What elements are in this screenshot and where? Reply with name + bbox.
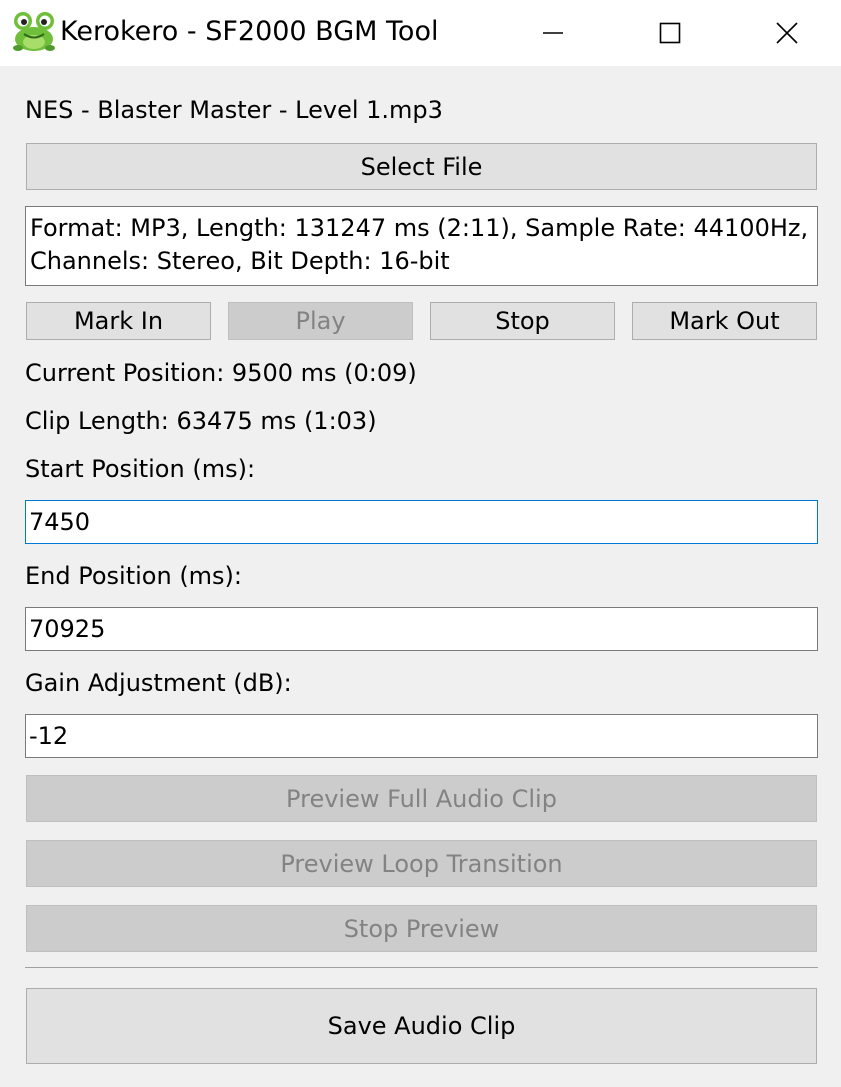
- title-bar[interactable]: Kerokero - SF2000 BGM Tool: [0, 0, 841, 66]
- play-button[interactable]: Play: [228, 302, 413, 340]
- maximize-icon: [659, 22, 680, 44]
- mark-in-button[interactable]: Mark In: [26, 302, 211, 340]
- stop-preview-button[interactable]: Stop Preview: [26, 905, 817, 952]
- maximize-button[interactable]: [611, 0, 728, 66]
- gain-adjustment-input[interactable]: -12: [25, 714, 818, 758]
- stop-button[interactable]: Stop: [430, 302, 615, 340]
- end-position-label: End Position (ms):: [25, 562, 243, 590]
- select-file-button[interactable]: Select File: [26, 143, 817, 190]
- frog-icon: [13, 12, 55, 51]
- file-name-label: NES - Blaster Master - Level 1.mp3: [25, 96, 443, 124]
- file-info-line-2: Channels: Stereo, Bit Depth: 16-bit: [30, 247, 450, 275]
- save-audio-clip-button[interactable]: Save Audio Clip: [26, 988, 817, 1064]
- preview-full-audio-clip-button[interactable]: Preview Full Audio Clip: [26, 775, 817, 822]
- file-info-line-1: Format: MP3, Length: 131247 ms (2:11), S…: [30, 214, 809, 242]
- file-info-box: Format: MP3, Length: 131247 ms (2:11), S…: [25, 206, 818, 286]
- close-button[interactable]: [728, 0, 841, 66]
- close-icon: [775, 22, 798, 44]
- minimize-button[interactable]: [494, 0, 611, 66]
- end-position-input[interactable]: 70925: [25, 607, 818, 651]
- start-position-input[interactable]: 7450: [25, 500, 818, 544]
- gain-adjustment-label: Gain Adjustment (dB):: [25, 669, 292, 697]
- clip-length-label: Clip Length: 63475 ms (1:03): [25, 407, 377, 435]
- mark-out-button[interactable]: Mark Out: [632, 302, 817, 340]
- separator: [25, 967, 818, 968]
- minimize-icon: [542, 32, 563, 34]
- start-position-label: Start Position (ms):: [25, 455, 256, 483]
- current-position-label: Current Position: 9500 ms (0:09): [25, 359, 417, 387]
- preview-loop-transition-button[interactable]: Preview Loop Transition: [26, 840, 817, 887]
- window-title: Kerokero - SF2000 BGM Tool: [60, 16, 439, 47]
